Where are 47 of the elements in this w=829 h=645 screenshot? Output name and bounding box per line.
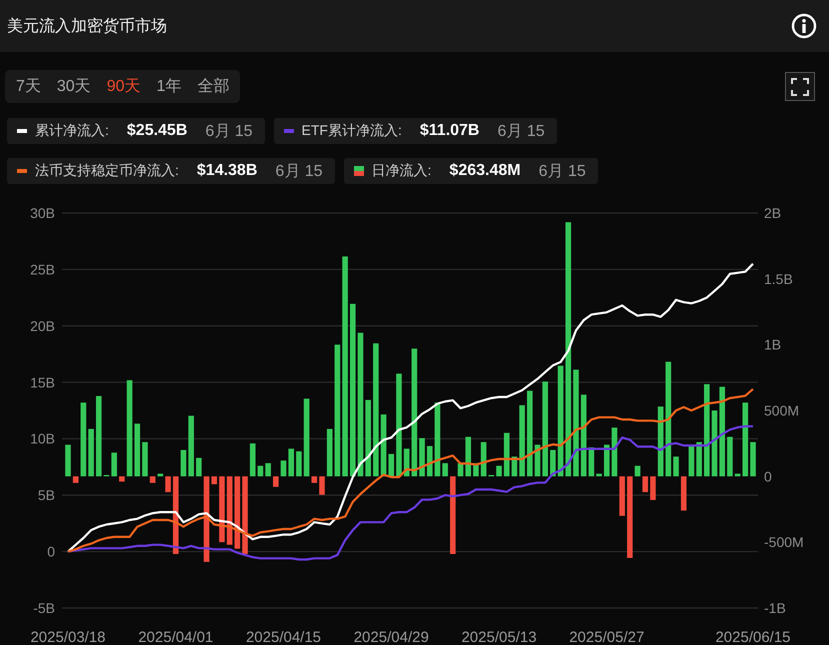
legend-date: 6月 15	[275, 162, 323, 182]
fullscreen-icon	[790, 76, 810, 96]
page-title: 美元流入加密货币市场	[7, 16, 167, 36]
info-icon[interactable]	[791, 13, 817, 39]
legend-value: $11.07B	[420, 122, 480, 140]
legend-date: 6月 15	[205, 122, 253, 142]
axis-label: -5B	[33, 600, 55, 616]
axis-label: 2025/05/13	[461, 629, 537, 645]
axis-label: 1B	[764, 336, 782, 353]
legend-label: 日净流入:	[372, 162, 432, 180]
legend-value: $14.38B	[196, 162, 258, 180]
range-tab[interactable]: 90天	[98, 70, 148, 103]
range-tab[interactable]: 全部	[189, 70, 238, 103]
range-tab[interactable]: 7天	[8, 70, 49, 103]
axis-label: 2025/04/15	[246, 629, 322, 645]
legend-chip[interactable]: 日净流入: $263.48M 6月 15	[344, 158, 598, 184]
legend-date: 6月 15	[538, 162, 586, 182]
axis-label: 25B	[30, 261, 55, 278]
axis-label: 30B	[30, 205, 55, 221]
range-tab[interactable]: 30天	[48, 70, 99, 103]
axis-label: 2B	[764, 205, 782, 221]
axis-label: 20B	[30, 318, 55, 334]
range-tab[interactable]: 1年	[148, 70, 190, 103]
axis-label: 2025/05/27	[569, 629, 644, 645]
axis-label: 500M	[764, 402, 800, 418]
legend-value: $25.45B	[126, 122, 188, 140]
axis-label: 2025/03/18	[30, 629, 106, 645]
legend-chip[interactable]: 法币支持稳定币净流入: $14.38B 6月 15	[7, 158, 335, 184]
axis-label: 2025/06/15	[715, 629, 791, 645]
axis-label: 15B	[30, 374, 55, 390]
fullscreen-button[interactable]	[785, 72, 815, 101]
axis-label: 2025/04/01	[138, 629, 214, 645]
axis-label: 0	[764, 468, 772, 484]
legend-value: $263.48M	[449, 162, 521, 180]
axis-label: 10B	[30, 430, 55, 447]
axis-label: 0	[47, 544, 55, 560]
axis-label: 2025/04/29	[354, 629, 429, 645]
axis-label: -500M	[764, 534, 804, 550]
legend-date: 6月 15	[497, 122, 545, 142]
axis-label: 1.5B	[764, 270, 793, 287]
legend-label: ETF累计净流入:	[302, 122, 402, 140]
legend-label: 累计净流入:	[35, 122, 109, 140]
axis-label: -1B	[764, 600, 786, 616]
legend-chip[interactable]: ETF累计净流入: $11.07B 6月 15	[274, 118, 557, 144]
axis-label: 5B	[38, 487, 55, 504]
legend-chip[interactable]: 累计净流入: $25.45B 6月 15	[7, 118, 265, 144]
legend-label: 法币支持稳定币净流入:	[35, 162, 179, 180]
